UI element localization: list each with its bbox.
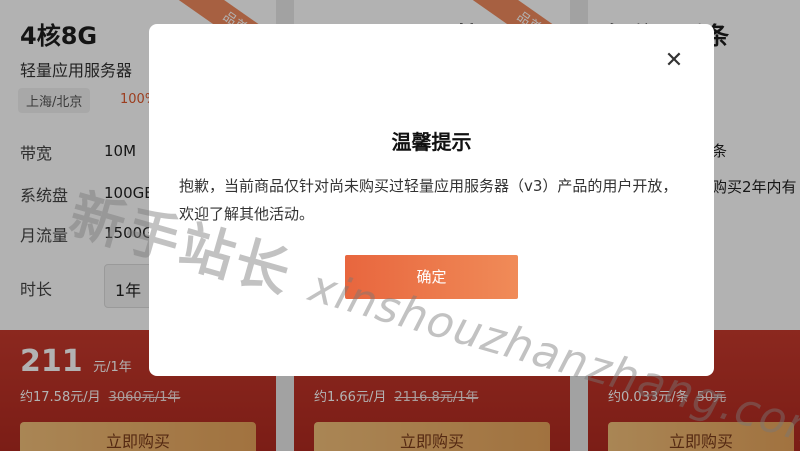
confirm-button[interactable]: 确定 bbox=[345, 255, 518, 299]
close-icon[interactable]: ✕ bbox=[661, 48, 687, 74]
dialog-message: 抱歉，当前商品仅针对尚未购买过轻量应用服务器（v3）产品的用户开放，欢迎了解其他… bbox=[179, 177, 678, 223]
dialog-title: 温馨提示 bbox=[391, 130, 472, 154]
notice-dialog: ✕ 温馨提示 抱歉，当前商品仅针对尚未购买过轻量应用服务器（v3）产品的用户开放… bbox=[149, 24, 714, 376]
